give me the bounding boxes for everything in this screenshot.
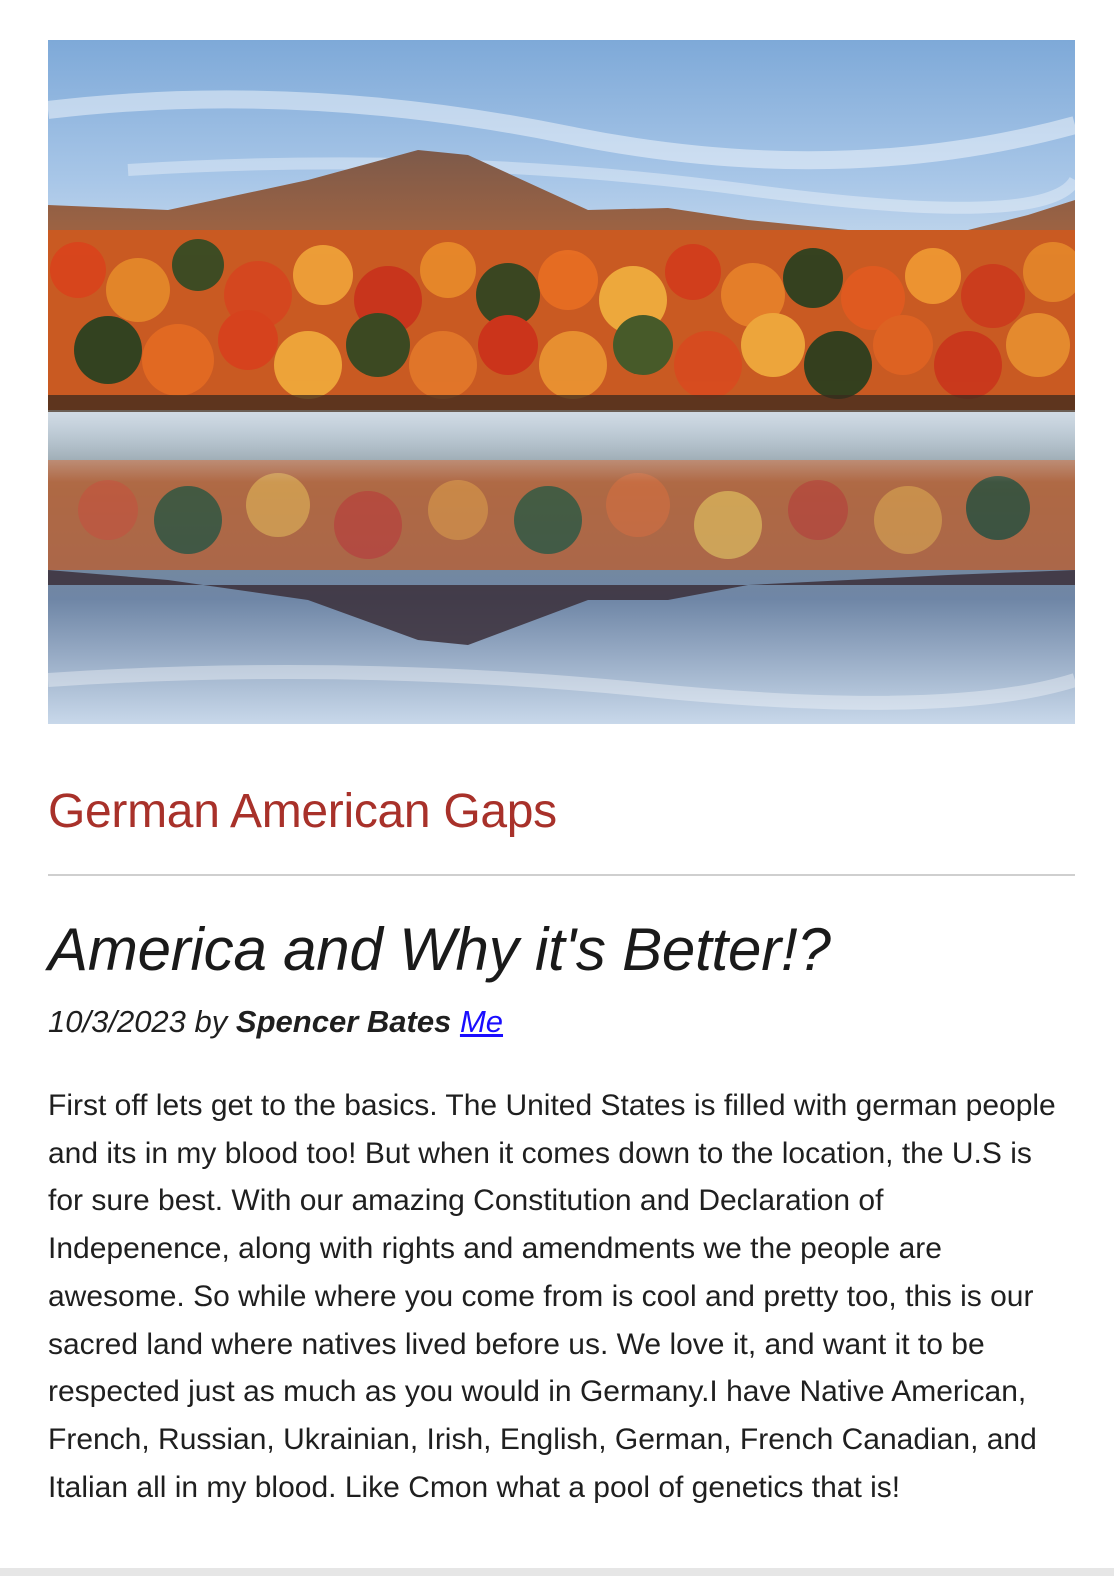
site-title[interactable]: German American Gaps <box>48 782 1075 842</box>
post-body: First off lets get to the basics. The Un… <box>48 1089 1056 1504</box>
post-date: 10/3/2023 <box>48 1004 186 1039</box>
byline-by: by <box>194 1004 228 1039</box>
author-link[interactable]: Me <box>460 1004 503 1039</box>
post-author: Spencer Bates <box>235 1004 452 1039</box>
post-byline: 10/3/2023 by Spencer Bates Me <box>48 1002 1075 1042</box>
hero-image <box>48 40 1075 724</box>
header-divider <box>48 874 1075 876</box>
blog-page: German American Gaps America and Why it'… <box>48 40 1075 1541</box>
horizontal-scrollbar[interactable] <box>0 1568 1114 1576</box>
hero-landscape-illustration <box>48 40 1075 724</box>
post-title: America and Why it's Better!? <box>48 916 831 983</box>
